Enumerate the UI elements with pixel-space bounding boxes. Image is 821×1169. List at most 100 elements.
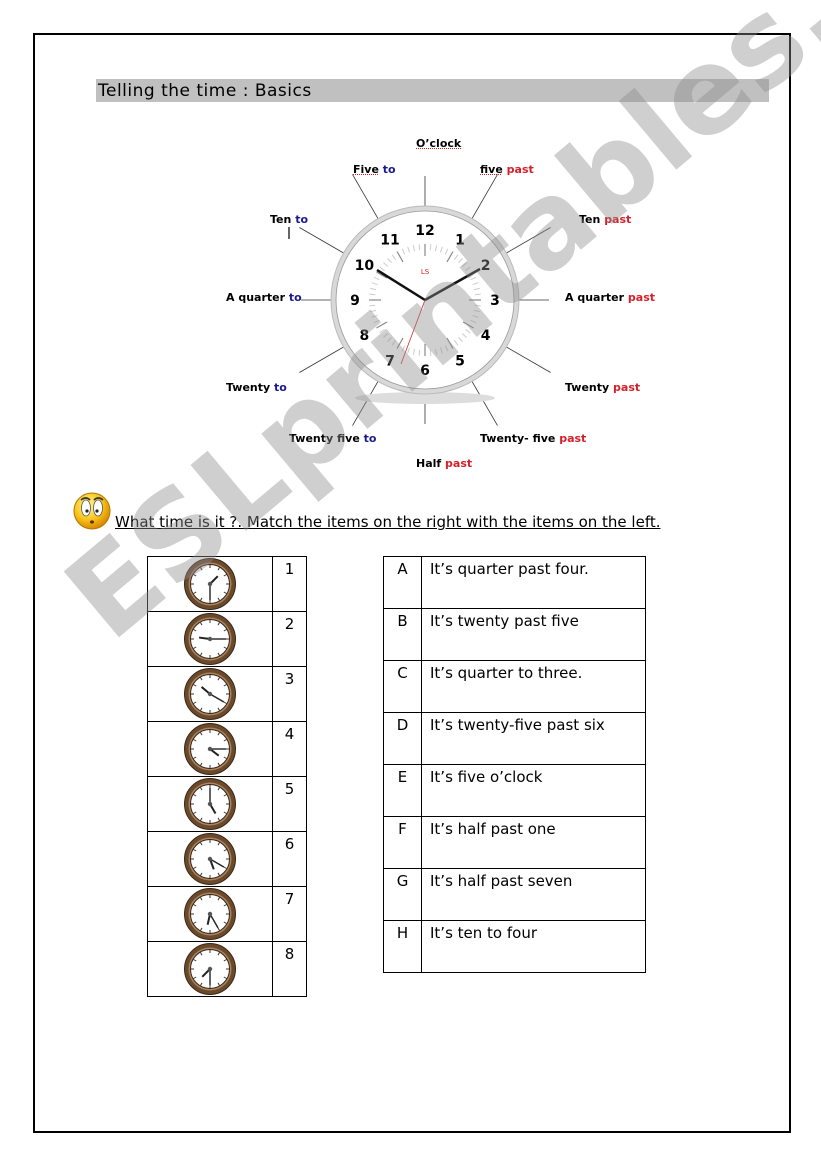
- label-half-past: Half past: [416, 457, 473, 470]
- answer-letter: G: [383, 868, 422, 921]
- clock-center: [207, 801, 213, 807]
- answer-row: F It’s half past one: [383, 816, 646, 869]
- answer-text: It’s half past one: [421, 816, 646, 869]
- spoke-line: [352, 379, 380, 426]
- answer-row: D It’s twenty-five past six: [383, 712, 646, 765]
- clock-tick: [369, 293, 376, 296]
- label-quarter-to: A quarter to: [226, 291, 302, 304]
- answer-text: It’s half past seven: [421, 868, 646, 921]
- clock-row: 1: [147, 556, 307, 612]
- answer-letter: D: [383, 712, 422, 765]
- clock-number: 3: [490, 293, 500, 309]
- label-ten-to: Ten to: [270, 213, 309, 226]
- clock-number: 6: [272, 831, 307, 887]
- answer-text: It’s quarter past four.: [421, 556, 646, 609]
- clock-row: 5: [147, 776, 307, 832]
- clock-center: [207, 856, 213, 862]
- clock-cell: [147, 776, 273, 832]
- clock-cell: [147, 611, 273, 667]
- clock-number: 11: [380, 232, 399, 248]
- analog-clock-icon: [184, 888, 236, 940]
- clock-tick: [474, 304, 481, 307]
- answer-letter: B: [383, 608, 422, 661]
- clock-number: 8: [360, 328, 370, 344]
- answer-text: It’s quarter to three.: [421, 660, 646, 713]
- clock-tick: [429, 244, 432, 251]
- clock-row: 4: [147, 721, 307, 777]
- clock-tick: [418, 244, 421, 251]
- analog-clock-icon: [184, 943, 236, 995]
- answer-row: B It’s twenty past five: [383, 608, 646, 661]
- clock-cell: [147, 831, 273, 887]
- answer-letter: H: [383, 920, 422, 973]
- analog-clock-icon: [184, 558, 236, 610]
- label-oclock: O’clock: [416, 137, 462, 150]
- answer-text: It’s twenty past five: [421, 608, 646, 661]
- analog-clock-icon: [184, 833, 236, 885]
- answer-letter: C: [383, 660, 422, 713]
- answer-table: A It’s quarter past four. B It’s twenty pas…: [383, 556, 646, 973]
- answer-letter: F: [383, 816, 422, 869]
- label-twentyfive-to: Twenty five to: [289, 432, 377, 445]
- answer-row: A It’s quarter past four.: [383, 556, 646, 609]
- clock-number: 12: [415, 223, 434, 239]
- clock-number: 3: [272, 666, 307, 722]
- answer-text: It’s five o’clock: [421, 764, 646, 817]
- clock-row: 3: [147, 666, 307, 722]
- answer-letter: A: [383, 556, 422, 609]
- answer-row: E It’s five o’clock: [383, 764, 646, 817]
- analog-clock-icon: [184, 668, 236, 720]
- clock-table: 12345678: [147, 556, 307, 997]
- clock-center: [207, 911, 213, 917]
- clock-number: 1: [455, 232, 465, 248]
- clock-number: 5: [455, 354, 465, 370]
- clock-row: 7: [147, 886, 307, 942]
- label-five-past: five past: [480, 163, 534, 176]
- clock-number: 2: [481, 258, 491, 274]
- spoke-line: [299, 345, 346, 373]
- surprised-smiley-icon: [73, 492, 111, 530]
- clock-tick: [474, 293, 481, 296]
- clock-number: 7: [385, 354, 395, 370]
- clock-diagram: 12 1 2 3 4 5 6 7 8 9 10 11 LS O’clock Five to five p…: [200, 125, 680, 485]
- clock-center: [207, 691, 213, 697]
- analog-clock-icon: [184, 613, 236, 665]
- answer-row: G It’s half past seven: [383, 868, 646, 921]
- instruction-text: What time is it ?. Match the items on th…: [115, 513, 661, 531]
- answer-row: H It’s ten to four: [383, 920, 646, 973]
- spoke-line: [470, 174, 498, 221]
- clock-number: 4: [481, 328, 491, 344]
- clock-number: 5: [272, 776, 307, 832]
- clock-center: [207, 966, 213, 972]
- analog-clock-icon: [184, 778, 236, 830]
- clock-cell: [147, 721, 273, 777]
- spoke-line: [470, 379, 498, 426]
- clock-number: 1: [272, 556, 307, 612]
- clock-cell: [147, 666, 273, 722]
- label-quarter-past: A quarter past: [565, 291, 655, 304]
- clock-number: 4: [272, 721, 307, 777]
- clock-tick: [429, 349, 432, 356]
- spoke-line: [504, 227, 551, 255]
- clock-number: 9: [350, 293, 360, 309]
- clock-cell: [147, 941, 273, 997]
- clock-number: 8: [272, 941, 307, 997]
- answer-row: C It’s quarter to three.: [383, 660, 646, 713]
- answer-text: It’s ten to four: [421, 920, 646, 973]
- clock-tick: [369, 304, 376, 307]
- clock-number: 10: [355, 258, 375, 274]
- clock-tick: [418, 349, 421, 356]
- clock-row: 8: [147, 941, 307, 997]
- clock-center: [207, 636, 213, 642]
- clock-number: 6: [420, 363, 430, 379]
- spoke-line: [299, 227, 346, 255]
- clock-center: [207, 746, 213, 752]
- label-twenty-past: Twenty past: [565, 381, 641, 394]
- label-twentyfive-past: Twenty- five past: [480, 432, 587, 445]
- clock-row: 2: [147, 611, 307, 667]
- label-twenty-to: Twenty to: [226, 381, 287, 394]
- label-ten-past: Ten past: [579, 213, 632, 226]
- clock-number: 2: [272, 611, 307, 667]
- clock-cell: [147, 556, 273, 612]
- label-five-to: Five to: [353, 163, 396, 176]
